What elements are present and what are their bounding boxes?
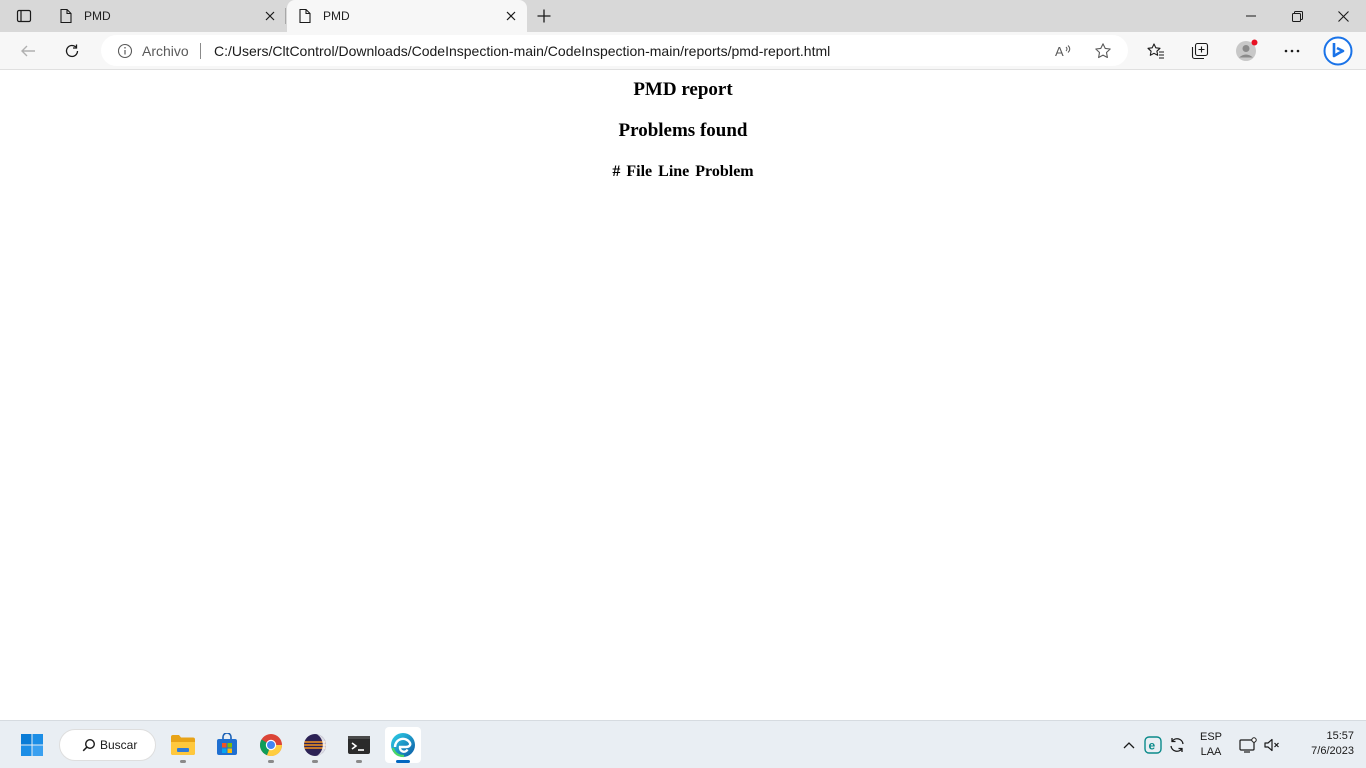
running-indicator: [312, 760, 318, 763]
language-code: ESP: [1199, 731, 1222, 743]
info-icon[interactable]: [117, 43, 133, 59]
star-icon[interactable]: [1093, 41, 1113, 61]
table-header-row: # File Line Problem: [609, 162, 756, 182]
more-icon[interactable]: [1278, 37, 1306, 65]
plus-icon[interactable]: [532, 4, 556, 28]
taskbar: Buscar e ESP LAA 15:57 7/6/2023: [0, 720, 1366, 768]
eclipse-icon[interactable]: [297, 727, 333, 763]
column-header-number: #: [612, 163, 621, 180]
favorites-icon[interactable]: [1142, 37, 1170, 65]
edge-tray-icon[interactable]: e: [1143, 733, 1163, 757]
svg-text:A: A: [1055, 44, 1064, 59]
active-indicator: [396, 760, 410, 763]
page-icon: [58, 8, 74, 24]
clock[interactable]: 15:57 7/6/2023: [1292, 730, 1354, 757]
tab-title: PMD: [84, 9, 111, 23]
tab-title: PMD: [323, 9, 350, 23]
tab-pmd-1[interactable]: PMD: [48, 0, 286, 32]
file-explorer-icon[interactable]: [165, 727, 201, 763]
network-icon[interactable]: [1238, 733, 1258, 757]
language-indicator[interactable]: ESP LAA: [1196, 731, 1226, 758]
url-text[interactable]: C:/Users/CltControl/Downloads/CodeInspec…: [214, 43, 830, 59]
close-window-icon[interactable]: [1320, 0, 1366, 32]
store-icon[interactable]: [209, 727, 245, 763]
copilot-icon[interactable]: [1322, 35, 1354, 67]
back-icon[interactable]: [14, 37, 42, 65]
close-icon[interactable]: [260, 6, 280, 26]
column-header-line: Line: [658, 163, 690, 180]
terminal-icon[interactable]: [341, 727, 377, 763]
clock-date: 7/6/2023: [1311, 745, 1354, 757]
page-content: PMD report Problems found # File Line Pr…: [0, 71, 1366, 720]
problems-table: # File Line Problem: [0, 162, 1366, 182]
running-indicator: [180, 760, 186, 763]
tab-strip: PMD PMD: [0, 0, 1366, 32]
close-icon[interactable]: [501, 6, 521, 26]
page-title: PMD report: [633, 79, 733, 100]
divider: [200, 43, 201, 59]
chrome-icon[interactable]: [253, 727, 289, 763]
profile-icon[interactable]: [1232, 37, 1260, 65]
column-header-problem: Problem: [695, 163, 754, 180]
restore-icon[interactable]: [1274, 0, 1320, 32]
edge-icon[interactable]: [385, 727, 421, 763]
browser-toolbar: Archivo C:/Users/CltControl/Downloads/Co…: [0, 32, 1366, 70]
minimize-icon[interactable]: [1228, 0, 1274, 32]
sync-icon[interactable]: [1167, 733, 1187, 757]
page-icon: [297, 8, 313, 24]
search-icon: [82, 738, 96, 757]
windows-icon[interactable]: [14, 727, 50, 763]
column-header-file: File: [626, 163, 653, 180]
collections-icon[interactable]: [1186, 37, 1214, 65]
page-subtitle: Problems found: [618, 120, 748, 141]
volume-muted-icon[interactable]: [1262, 733, 1282, 757]
chevron-up-icon[interactable]: [1120, 733, 1138, 757]
taskbar-search[interactable]: Buscar: [59, 729, 156, 761]
site-info-label[interactable]: Archivo: [142, 43, 189, 59]
keyboard-layout: LAA: [1200, 746, 1222, 758]
clock-time: 15:57: [1326, 730, 1354, 742]
running-indicator: [268, 760, 274, 763]
tab-actions-icon[interactable]: [8, 4, 40, 28]
tab-pmd-2-active[interactable]: PMD: [287, 0, 527, 32]
running-indicator: [356, 760, 362, 763]
refresh-icon[interactable]: [58, 37, 86, 65]
search-label: Buscar: [100, 738, 138, 752]
svg-text:e: e: [1149, 739, 1156, 753]
address-bar[interactable]: Archivo C:/Users/CltControl/Downloads/Co…: [101, 35, 1128, 66]
read-aloud-icon[interactable]: A: [1053, 41, 1073, 61]
